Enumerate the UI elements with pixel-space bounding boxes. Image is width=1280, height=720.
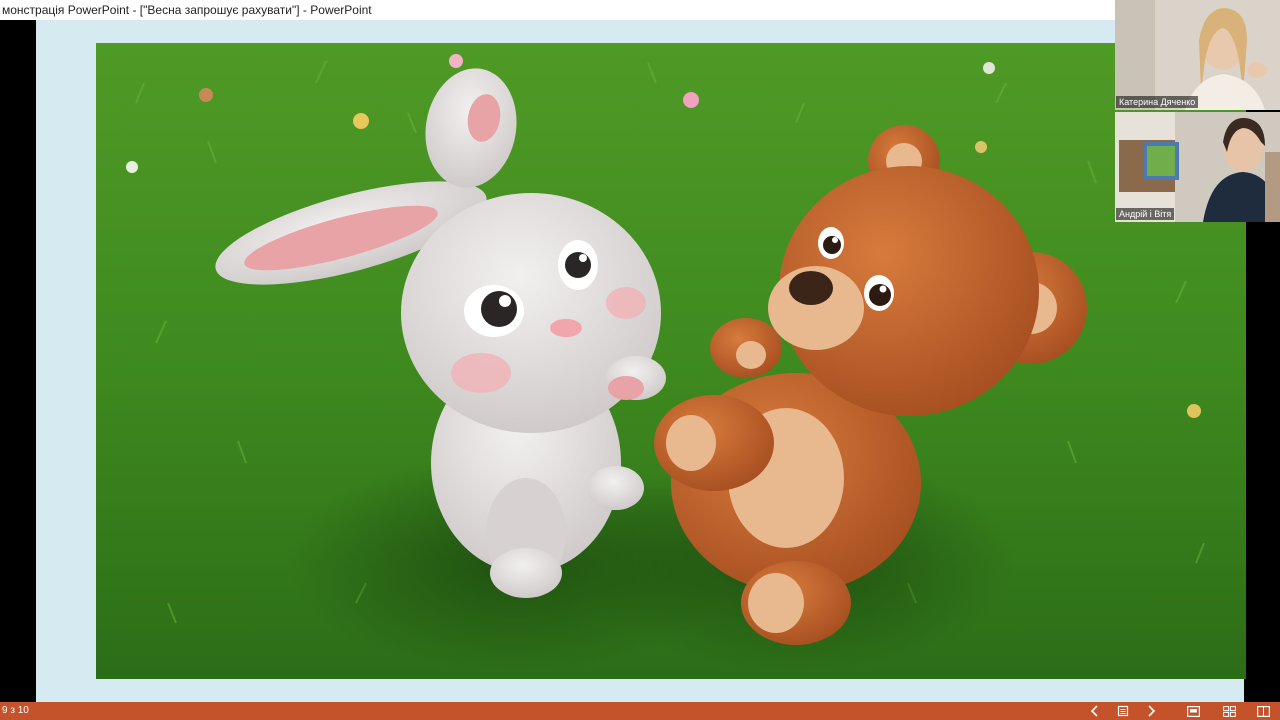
window-title: монстрація PowerPoint - ["Весна запрошує…: [2, 3, 372, 17]
slide-canvas: [36, 20, 1246, 702]
participant-video-1[interactable]: Катерина Дяченко: [1115, 0, 1280, 110]
slideshow-statusbar: 9 з 10: [0, 702, 1280, 720]
notes-icon[interactable]: [1112, 702, 1134, 720]
reading-view-icon[interactable]: [1252, 702, 1274, 720]
participant-video-2[interactable]: Андрій і Вітя: [1115, 112, 1280, 222]
normal-view-icon[interactable]: [1182, 702, 1204, 720]
participant-name-1: Катерина Дяченко: [1116, 96, 1199, 108]
chevron-left-icon[interactable]: [1084, 702, 1106, 720]
chevron-right-icon[interactable]: [1140, 702, 1162, 720]
participant-video-2-frame: [1115, 112, 1280, 222]
window-titlebar: монстрація PowerPoint - ["Весна запрошує…: [0, 0, 1280, 20]
slide-picture-bunny-and-bear: [96, 43, 1246, 679]
slide-counter: 9 з 10: [2, 705, 29, 716]
participant-name-2: Андрій і Вітя: [1116, 208, 1175, 220]
participant-video-1-frame: [1115, 0, 1280, 110]
left-letterbox: [0, 20, 36, 702]
slide-sorter-icon[interactable]: [1218, 702, 1240, 720]
